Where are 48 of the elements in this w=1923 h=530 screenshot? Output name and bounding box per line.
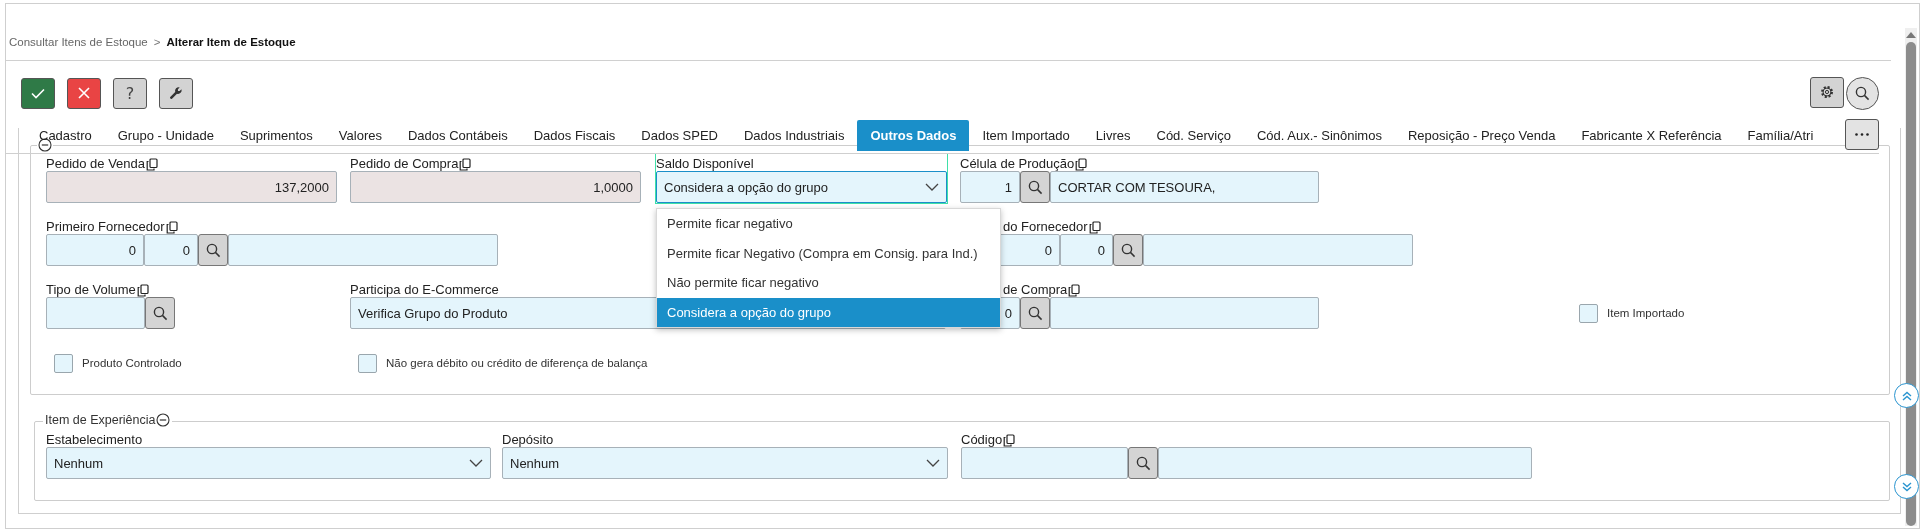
code-field[interactable]: 1 (960, 171, 1020, 203)
tab[interactable]: Família/Atri (1734, 120, 1827, 151)
tab[interactable]: Dados Fiscais (520, 120, 629, 151)
tab[interactable]: Cód. Serviço (1143, 120, 1244, 151)
tab[interactable]: Livres (1082, 120, 1144, 151)
tab[interactable]: Fabricante X Referência (1568, 120, 1735, 151)
dropdown-option[interactable]: Considera a opção do grupo (657, 297, 1000, 327)
select-field[interactable]: Considera a opção do grupo (656, 171, 947, 203)
checkbox-label: Item Importado (1607, 307, 1685, 319)
select-field[interactable]: Nenhum (46, 447, 491, 479)
field-label: Estabelecimento (46, 432, 143, 447)
number-field: 1,0000 (350, 171, 641, 203)
tab[interactable]: Cód. Aux.- Sinônimos (1243, 120, 1395, 151)
help-button[interactable]: ? (113, 77, 147, 109)
field-label: Pedido de Venda (46, 156, 146, 171)
tab[interactable]: Outros Dados (857, 120, 970, 151)
field-label: Célula de Produção (960, 156, 1075, 171)
field-label: Pedido de Compra (350, 156, 459, 171)
tab[interactable]: Dados Contábeis (395, 120, 521, 151)
checkbox-label: Não gera débito ou crédito de diferença de balança (386, 357, 648, 369)
tab[interactable]: Dados SPED (628, 120, 731, 151)
field-label: do Fornecedor (1003, 219, 1088, 234)
field-label: Depósito (502, 432, 554, 447)
code-field[interactable]: 0 (46, 234, 144, 266)
field-label: de Compra (1003, 282, 1068, 297)
tab[interactable]: Item Importado (969, 120, 1083, 151)
code-field[interactable]: 0 (144, 234, 198, 266)
number-field: 137,2000 (46, 171, 337, 203)
dropdown-option[interactable]: Não permite ficar negativo (657, 268, 1000, 298)
field-label: Tipo de Volume (46, 282, 136, 297)
breadcrumb-separator: > (153, 36, 161, 48)
breadcrumb-current: Alterar Item de Estoque (166, 36, 296, 48)
tab[interactable]: Reposição - Preço Venda (1394, 120, 1569, 151)
tab[interactable]: Valores (325, 120, 395, 151)
field-label: Saldo Disponível (656, 156, 754, 171)
tab[interactable]: Dados Industriais (730, 120, 858, 151)
breadcrumb-link[interactable]: Consultar Itens de Estoque (9, 36, 148, 48)
tab[interactable]: Suprimentos (226, 120, 326, 151)
checkbox-label: Produto Controlado (82, 357, 182, 369)
section-title: Item de Experiência (45, 413, 156, 427)
field-label: Primeiro Fornecedor (46, 219, 165, 234)
select-field[interactable]: Nenhum (502, 447, 948, 479)
code-field[interactable]: 0 (1060, 234, 1113, 266)
field-label: Participa do E-Commerce (350, 282, 499, 297)
description-field[interactable]: CORTAR COM TESOURA, (1050, 171, 1319, 203)
tab[interactable]: Grupo - Unidade (104, 120, 227, 151)
tab[interactable]: Cadastro (26, 120, 105, 151)
field-label: Código (961, 432, 1003, 447)
